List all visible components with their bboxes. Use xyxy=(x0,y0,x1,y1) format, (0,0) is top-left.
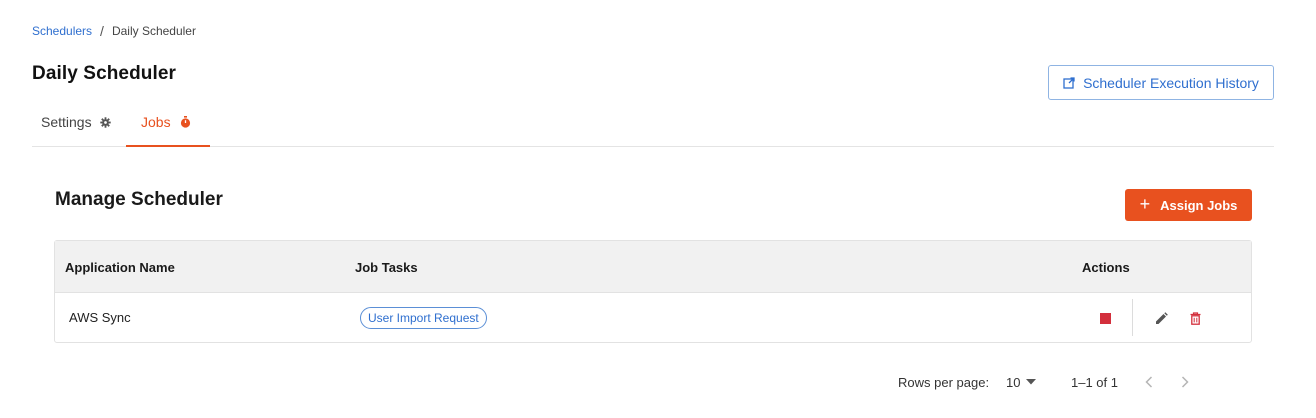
section-title: Manage Scheduler xyxy=(55,189,223,210)
scheduler-execution-history-button[interactable]: Scheduler Execution History xyxy=(1048,65,1274,100)
tab-settings[interactable]: Settings xyxy=(32,98,126,146)
rows-per-page-value: 10 xyxy=(1006,374,1021,390)
stop-job-button[interactable] xyxy=(1094,307,1116,329)
job-tasks-cell: User Import Request xyxy=(360,293,487,342)
tab-settings-label: Settings xyxy=(41,114,92,130)
table-header: Application Name Job Tasks Actions xyxy=(55,241,1251,293)
assign-jobs-label: Assign Jobs xyxy=(1160,197,1238,213)
next-page-button[interactable] xyxy=(1177,371,1193,393)
actions-divider xyxy=(1132,299,1133,336)
plus-icon: + xyxy=(1139,194,1151,214)
chevron-left-icon xyxy=(1145,376,1153,388)
column-header-actions: Actions xyxy=(1082,259,1130,275)
external-link-icon xyxy=(1063,76,1075,89)
edit-job-button[interactable] xyxy=(1150,307,1172,329)
history-button-label: Scheduler Execution History xyxy=(1083,74,1259,91)
breadcrumb-current: Daily Scheduler xyxy=(111,24,196,38)
breadcrumb-separator: / xyxy=(100,23,104,39)
stop-icon xyxy=(1099,312,1111,324)
rows-per-page-select[interactable]: 10 xyxy=(1006,371,1037,393)
column-header-job-tasks: Job Tasks xyxy=(355,259,418,275)
assign-jobs-button[interactable]: + Assign Jobs xyxy=(1125,189,1252,221)
page-title: Daily Scheduler xyxy=(32,63,177,84)
edit-icon xyxy=(1155,311,1168,324)
tab-jobs-label: Jobs xyxy=(141,113,171,130)
delete-icon xyxy=(1190,311,1200,325)
rows-per-page-label: Rows per page: xyxy=(898,374,990,390)
pagination-range: 1–1 of 1 xyxy=(1071,374,1118,390)
table-row: AWS Sync User Import Request xyxy=(55,293,1251,342)
tab-jobs[interactable]: Jobs xyxy=(126,98,210,147)
breadcrumb: Schedulers / Daily Scheduler xyxy=(32,23,196,39)
job-task-chip[interactable]: User Import Request xyxy=(360,306,487,329)
gear-icon xyxy=(99,116,111,128)
jobs-table: Application Name Job Tasks Actions AWS S… xyxy=(54,240,1252,343)
previous-page-button[interactable] xyxy=(1141,371,1157,393)
caret-down-icon xyxy=(1026,379,1037,385)
timer-icon xyxy=(180,115,190,128)
tab-bar: Settings Jobs xyxy=(32,98,1274,147)
breadcrumb-schedulers-link[interactable]: Schedulers xyxy=(32,24,92,38)
chevron-right-icon xyxy=(1181,376,1189,388)
application-name-cell: AWS Sync xyxy=(69,310,131,325)
delete-job-button[interactable] xyxy=(1184,307,1206,329)
column-header-application-name: Application Name xyxy=(65,259,175,275)
